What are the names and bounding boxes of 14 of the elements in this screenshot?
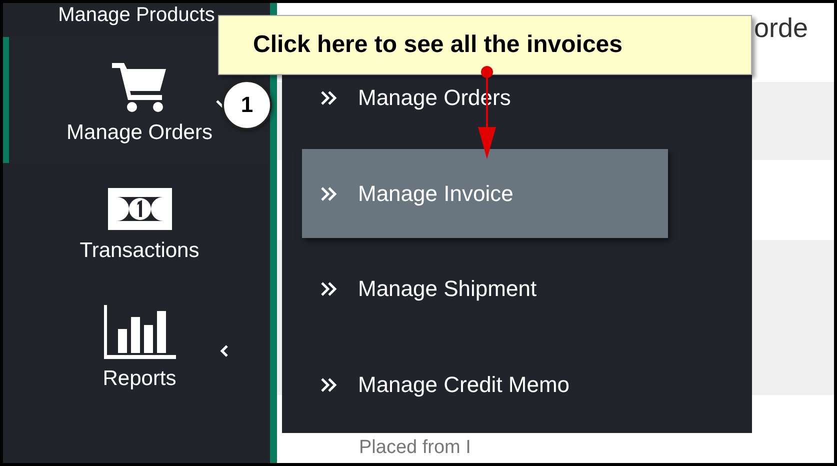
banknote-icon [106, 187, 172, 231]
order-info-text: Placed from I [359, 437, 471, 459]
double-chevron-icon [320, 90, 338, 106]
menu-item[interactable]: Manage Shipment [302, 244, 668, 334]
sidebar-item[interactable]: Transactions [3, 163, 270, 281]
sidebar-item[interactable]: Reports [3, 281, 270, 409]
menu-item[interactable]: Manage Invoice [302, 149, 668, 238]
menu-item[interactable]: Manage Credit Memo [302, 340, 668, 430]
double-chevron-icon [320, 186, 338, 202]
bar-chart-icon [104, 305, 176, 359]
double-chevron-icon [320, 377, 338, 394]
tooltip: Click here to see all the invoices [218, 15, 752, 75]
double-chevron-icon [320, 281, 338, 298]
page-title: orde [754, 13, 808, 44]
